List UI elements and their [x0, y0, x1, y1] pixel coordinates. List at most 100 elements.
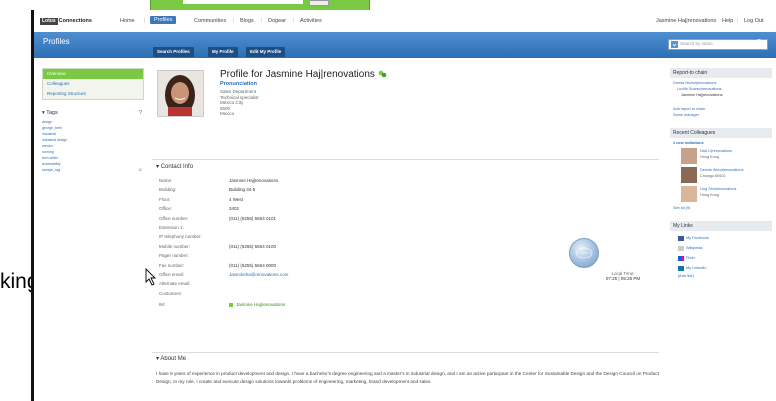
- contact-info-header[interactable]: ▾ Contact Info: [156, 163, 193, 170]
- avatar[interactable]: [681, 167, 697, 183]
- about-me-text: I have 8 years of experience in product …: [156, 371, 659, 384]
- nav-separator: |: [293, 18, 295, 24]
- nav-activities[interactable]: Activities: [300, 18, 322, 24]
- im-link[interactable]: Jasmine Haj|renovations: [236, 302, 285, 307]
- colleague-place: Chicago 60601: [700, 174, 726, 178]
- tab-search-profiles[interactable]: Search Profiles: [153, 47, 194, 57]
- wikipedia-icon: [678, 245, 684, 251]
- country: Mexico: [220, 111, 235, 116]
- contact-row: Office email: Jasmineha@renovations.com: [159, 272, 459, 281]
- link-wikipedia[interactable]: Wikipedia: [678, 243, 769, 253]
- department: Sales Department: [220, 89, 257, 94]
- nav-communities[interactable]: Communities: [194, 18, 226, 24]
- contact-row: Building: Building 34-5: [159, 187, 256, 193]
- pronunciation-link[interactable]: Pronunciation: [220, 81, 257, 87]
- tags-title[interactable]: ▾ Tags: [42, 110, 58, 116]
- search-scope-icon[interactable]: [671, 41, 678, 48]
- browser-window: Lotus Connections Home | Profiles Commun…: [31, 10, 776, 401]
- colleague-item: Dennis Wood|renovations Chicago 60601: [673, 167, 769, 183]
- tab-edit-my-profile[interactable]: Edit My Profile: [246, 47, 286, 57]
- mouse-cursor-icon: [145, 268, 157, 286]
- search-input[interactable]: Search by name: [668, 39, 768, 50]
- lotus-connections-logo[interactable]: Lotus Connections: [40, 17, 92, 25]
- linkedin-icon: [678, 265, 684, 271]
- my-links-header: My Links: [670, 221, 772, 231]
- contact-row: Fax number: (011) (5255) 5654 0000: [159, 262, 276, 268]
- nav-profiles[interactable]: Profiles: [150, 16, 177, 24]
- sidebar-item-colleagues[interactable]: Colleagues: [43, 79, 143, 89]
- recent-colleagues-header: Recent Colleagues: [670, 128, 772, 138]
- person-photo-icon: [158, 71, 203, 116]
- nav-separator: |: [233, 18, 235, 24]
- page-title: Profiles: [43, 37, 70, 46]
- report-chain-header: Report-to chain: [670, 68, 772, 78]
- tags-header: ▾ Tags ?: [42, 110, 142, 116]
- avatar[interactable]: [681, 148, 697, 164]
- dropdown-field[interactable]: [183, 0, 303, 4]
- divider: [152, 159, 659, 160]
- contact-row: Name: Jasmine Haj|renovations: [159, 178, 279, 183]
- profile-details: Sales Department Technical specialist Me…: [220, 89, 259, 117]
- divider: [152, 352, 659, 353]
- profile-photo: [157, 70, 204, 117]
- same-manager-link[interactable]: Same manager: [673, 112, 769, 118]
- profile-nav: Overview Colleagues Reporting Structure: [42, 68, 144, 100]
- flickr-icon: [678, 255, 684, 261]
- facebook-icon: [678, 235, 684, 241]
- local-time: Local Time: 07:25 | 05:25 PM: [605, 271, 641, 281]
- nav-blogs[interactable]: Blogs: [240, 18, 254, 24]
- link-linkedin[interactable]: My LinkedIn: [678, 263, 769, 273]
- add-link[interactable]: [Add link]: [678, 273, 769, 279]
- help-link[interactable]: Help: [722, 18, 733, 24]
- globe-icon: [569, 238, 599, 268]
- globe-lines-icon: [575, 247, 593, 259]
- dropdown-button[interactable]: [309, 0, 329, 6]
- contact-row: Alternate email:: [159, 281, 191, 287]
- recent-colleagues: 1 new invitations Nick Li|renovations Ho…: [670, 138, 772, 213]
- contact-row: IP telephony number:: [159, 234, 202, 240]
- profiles-header: Profiles Search Profiles My Profile Edit…: [34, 32, 776, 58]
- nav-dogear[interactable]: Dogear: [268, 18, 286, 24]
- colleague-place: Hong Kong: [700, 193, 719, 197]
- nav-separator: |: [715, 18, 717, 24]
- tag-count: 11: [138, 168, 142, 172]
- help-icon[interactable]: ?: [139, 110, 142, 116]
- invitations-link[interactable]: 1 new invitations: [673, 140, 769, 146]
- see-all-link[interactable]: See all (9): [673, 205, 769, 211]
- tab-my-profile[interactable]: My Profile: [208, 47, 238, 57]
- contact-row: Mobile number: (011) (5255) 5654 0100: [159, 243, 276, 249]
- sidebar-item-overview[interactable]: Overview: [43, 69, 143, 79]
- about-me-header[interactable]: ▾ About Me: [156, 355, 186, 362]
- contact-row: Pager number:: [159, 253, 189, 259]
- link-facebook[interactable]: My Facebook: [678, 233, 769, 243]
- right-sidebar: Report-to chain Donna Nichol|renovations…: [670, 68, 772, 279]
- sidebar-item-reporting-structure[interactable]: Reporting Structure: [43, 89, 143, 99]
- colleague-place: Hong Kong: [700, 155, 719, 159]
- colleague-status-icon[interactable]: [378, 70, 387, 78]
- tag-list: design george_beth industrial industrial…: [42, 119, 142, 173]
- logout-link[interactable]: Log Out: [744, 18, 764, 24]
- link-flickr[interactable]: Flickr: [678, 253, 769, 263]
- profile-title: Profile for Jasmine Haj|renovations: [220, 69, 387, 80]
- nav-home[interactable]: Home: [120, 18, 135, 24]
- search-icon[interactable]: [754, 38, 766, 50]
- tag-item[interactable]: sample_tag 11: [42, 167, 142, 173]
- my-links: My Facebook Wikipedia Flickr My LinkedIn…: [670, 231, 772, 279]
- office-email-link[interactable]: Jasmineha@renovations.com: [229, 272, 288, 281]
- user-name[interactable]: Jasmine Haj|renovations: [656, 18, 716, 24]
- contact-row: Floor: 4 West: [159, 196, 243, 202]
- top-navigation: Lotus Connections Home | Profiles Commun…: [34, 10, 776, 32]
- nav-separator: |: [261, 18, 263, 24]
- nav-separator: |: [737, 18, 739, 24]
- nav-separator: |: [144, 18, 146, 24]
- contact-row: Customers:: [159, 290, 183, 296]
- avatar[interactable]: [681, 186, 697, 202]
- contact-row: IM: Jasmine Haj|renovations: [159, 302, 286, 308]
- contact-row: Office number: (011) (5255) 5654 0101: [159, 215, 276, 221]
- contact-row: Office: 3402: [159, 206, 240, 212]
- contact-table: Name: Jasmine Haj|renovations Building: Bu…: [159, 178, 459, 309]
- contact-row: Extension 1:: [159, 224, 184, 230]
- report-chain: Donna Nichol|renovations Lucille Suarez|…: [670, 78, 772, 120]
- colleague-item: Nick Li|renovations Hong Kong: [673, 148, 769, 164]
- colleague-item: Ling Shin|renovations Hong Kong: [673, 186, 769, 202]
